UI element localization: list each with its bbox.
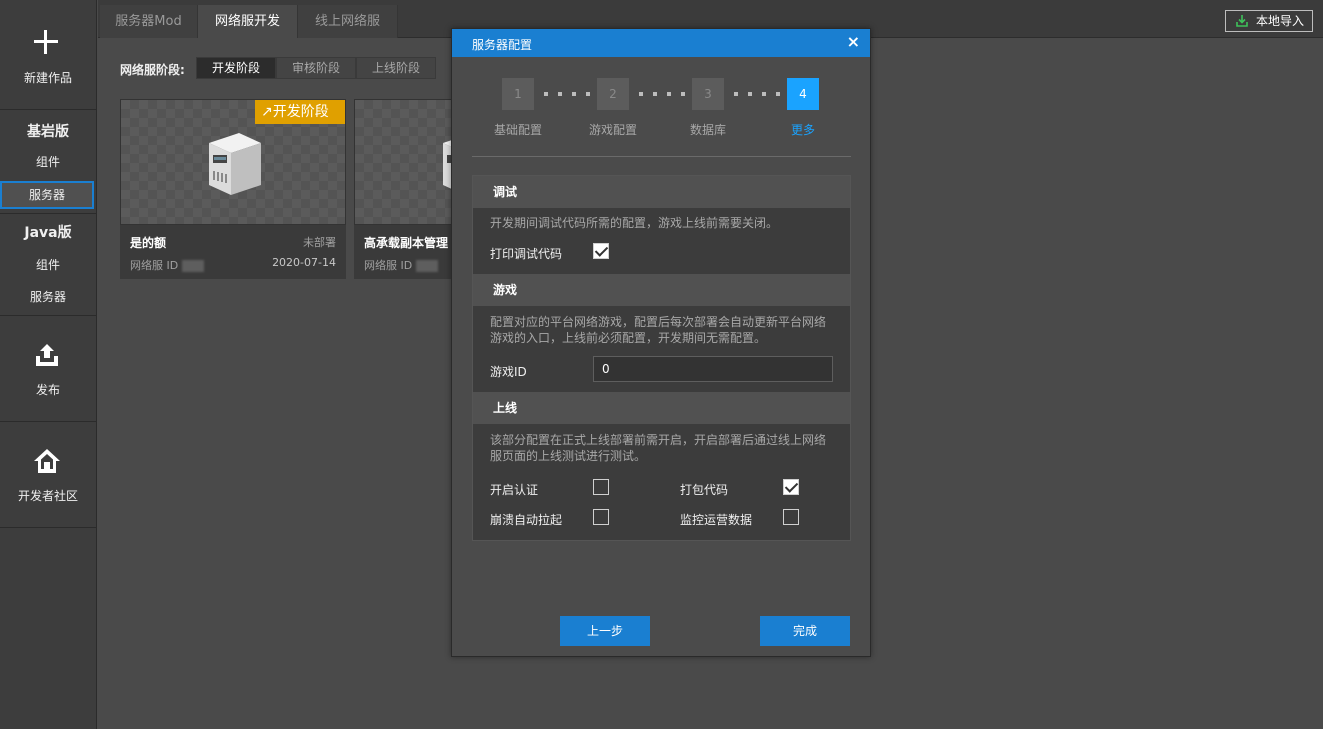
stage-label: 网络服阶段: — [120, 63, 185, 77]
card-title: 是的额 — [130, 236, 167, 250]
tab-online-network-server[interactable]: 线上网络服 — [298, 5, 398, 38]
home-icon — [34, 449, 60, 473]
crash-restart-label: 崩溃自动拉起 — [490, 513, 563, 527]
sidebar-divider — [0, 213, 96, 214]
close-icon[interactable]: × — [847, 32, 860, 52]
online-section-heading: 上线 — [473, 392, 850, 424]
server-icon — [209, 133, 261, 195]
step-3-label: 数据库 — [689, 123, 726, 137]
server-card[interactable]: ↗开发阶段 是的额 未部署 网络服 ID 2020-07-14 — [120, 99, 346, 279]
divider — [472, 156, 851, 157]
enable-auth-checkbox[interactable] — [593, 479, 609, 495]
game-section-desc: 配置对应的平台网络游戏，配置后每次部署会自动更新平台网络游戏的入口，上线前必须配… — [490, 315, 827, 345]
publish-label: 发布 — [35, 383, 60, 397]
monitor-data-label: 监控运营数据 — [680, 513, 753, 527]
prev-step-button[interactable]: 上一步 — [560, 616, 650, 646]
print-debug-checkbox[interactable] — [593, 243, 609, 259]
local-import-button[interactable]: 本地导入 — [1225, 10, 1313, 32]
arrow-up-right-icon: ↗ — [261, 104, 273, 120]
step-1-label: 基础配置 — [493, 123, 542, 137]
crash-restart-checkbox[interactable] — [593, 509, 609, 525]
monitor-data-checkbox[interactable] — [783, 509, 799, 525]
pack-code-checkbox[interactable] — [783, 479, 799, 495]
finish-button[interactable]: 完成 — [760, 616, 850, 646]
card-id-redacted — [416, 260, 439, 272]
step-connector — [734, 92, 784, 96]
new-work-label: 新建作品 — [23, 71, 72, 85]
card-id: 网络服 ID — [130, 257, 205, 273]
dialog-title: 服务器配置 — [472, 38, 533, 52]
tab-network-server-dev[interactable]: 网络服开发 — [198, 5, 298, 38]
game-id-label: 游戏ID — [490, 365, 527, 379]
community-button[interactable]: 开发者社区 — [0, 422, 96, 527]
step-2-label: 游戏配置 — [588, 123, 637, 137]
step-connector — [544, 92, 594, 96]
sidebar-item-bedrock-component[interactable]: 组件 — [0, 148, 96, 176]
sidebar-item-bedrock-server[interactable]: 服务器 — [0, 181, 94, 209]
debug-section-desc: 开发期间调试代码所需的配置，游戏上线前需要关闭。 — [490, 216, 779, 230]
plus-icon — [34, 30, 58, 54]
community-label: 开发者社区 — [17, 489, 78, 503]
card-thumbnail: ↗开发阶段 — [120, 99, 346, 225]
card-date: 2020-07-14 — [272, 256, 336, 269]
debug-section-heading: 调试 — [473, 176, 850, 208]
card-id-redacted — [182, 260, 205, 272]
stage-review-button[interactable]: 审核阶段 — [276, 57, 356, 79]
server-config-dialog: 服务器配置 × 1 2 3 4 基础配置 游戏配置 数据库 更多 调试 开发期间… — [451, 28, 871, 657]
step-4-label: 更多 — [790, 123, 815, 137]
dialog-header: 服务器配置 × — [452, 29, 870, 57]
card-id-label: 网络服 ID — [130, 259, 179, 272]
card-id: 网络服 ID — [364, 257, 439, 273]
tab-server-mod[interactable]: 服务器Mod — [100, 5, 198, 38]
publish-button[interactable]: 发布 — [0, 316, 96, 421]
stage-online-button[interactable]: 上线阶段 — [356, 57, 436, 79]
step-1[interactable]: 1 — [502, 78, 534, 110]
step-2[interactable]: 2 — [597, 78, 629, 110]
java-heading: Java版 — [24, 225, 72, 241]
card-id-label: 网络服 ID — [364, 259, 413, 272]
sidebar-item-java-server[interactable]: 服务器 — [0, 283, 96, 311]
badge-label: 开发阶段 — [272, 104, 329, 120]
online-section-desc: 该部分配置在正式上线部署前需开启，开启部署后通过线上网络服页面的上线测试进行测试… — [490, 433, 827, 463]
sidebar-item-java-component[interactable]: 组件 — [0, 251, 96, 279]
bedrock-heading: 基岩版 — [27, 124, 69, 140]
sidebar: 新建作品 基岩版 组件 服务器 Java版 组件 服务器 发布 开发者社区 — [0, 0, 97, 729]
upload-icon — [36, 344, 58, 366]
card-title: 高承载副本管理 — [364, 236, 449, 250]
enable-auth-label: 开启认证 — [490, 483, 539, 497]
sidebar-divider — [0, 527, 96, 528]
stage-dev-button[interactable]: 开发阶段 — [196, 57, 276, 79]
pack-code-label: 打包代码 — [680, 483, 729, 497]
step-connector — [639, 92, 689, 96]
print-debug-label: 打印调试代码 — [490, 247, 563, 261]
download-icon — [1236, 15, 1248, 27]
local-import-label: 本地导入 — [1256, 14, 1305, 28]
game-section-heading: 游戏 — [473, 274, 850, 306]
step-3[interactable]: 3 — [692, 78, 724, 110]
status-badge: ↗开发阶段 — [255, 100, 345, 124]
new-work-button[interactable]: 新建作品 — [0, 0, 96, 110]
step-4[interactable]: 4 — [787, 78, 819, 110]
config-panel: 调试 开发期间调试代码所需的配置，游戏上线前需要关闭。 打印调试代码 游戏 配置… — [472, 175, 851, 541]
game-id-input[interactable]: 0 — [593, 356, 833, 382]
card-deploy-status: 未部署 — [303, 236, 336, 249]
